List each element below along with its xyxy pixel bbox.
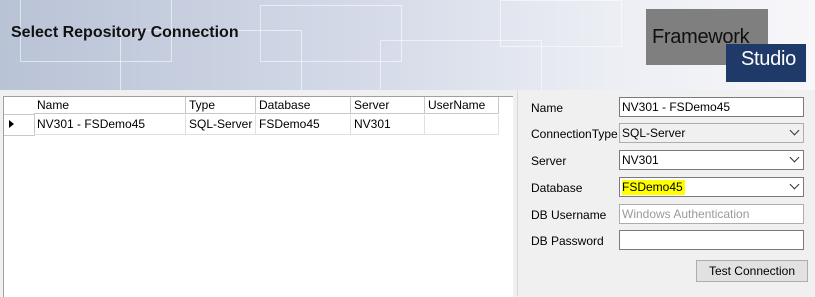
column-header-type[interactable]: Type — [186, 97, 256, 114]
banner-decoration — [500, 0, 622, 47]
header-banner: Select Repository Connection Framework S… — [0, 0, 815, 90]
logo-text-studio: Studio — [741, 48, 796, 70]
db-username-label: DB Username — [531, 208, 607, 222]
column-header-server[interactable]: Server — [351, 97, 425, 114]
database-label: Database — [531, 181, 583, 195]
table-row[interactable]: NV301 - FSDemo45 SQL-Server FSDemo45 NV3… — [4, 115, 513, 136]
cell-database[interactable]: FSDemo45 — [256, 115, 351, 135]
banner-decoration — [380, 40, 542, 90]
page-title: Select Repository Connection — [11, 24, 239, 41]
grid-header: Name Type Database Server UserName — [4, 97, 513, 117]
db-username-input[interactable]: Windows Authentication — [619, 204, 804, 224]
column-header-username[interactable]: UserName — [425, 97, 499, 114]
db-password-label: DB Password — [531, 234, 604, 248]
chevron-down-icon — [789, 125, 800, 136]
logo-text-framework: Framework — [652, 26, 750, 48]
row-header-corner — [4, 97, 35, 115]
column-header-database[interactable]: Database — [256, 97, 351, 114]
cell-server[interactable]: NV301 — [351, 115, 425, 135]
name-input[interactable]: NV301 - FSDemo45 — [619, 97, 804, 117]
name-label: Name — [531, 101, 564, 115]
server-value: NV301 — [622, 153, 659, 167]
db-password-input[interactable] — [619, 230, 804, 250]
cell-username[interactable] — [425, 115, 499, 135]
row-selector[interactable] — [4, 115, 35, 136]
server-select[interactable]: NV301 — [619, 150, 804, 170]
current-row-arrow-icon — [9, 120, 14, 128]
connection-type-label: ConnectionType — [531, 127, 618, 141]
connection-type-value: SQL-Server — [622, 126, 686, 140]
chevron-down-icon — [789, 152, 800, 163]
chevron-down-icon — [789, 179, 800, 190]
panel-divider[interactable] — [517, 91, 518, 296]
test-connection-button[interactable]: Test Connection — [696, 260, 808, 282]
connections-grid[interactable]: Name Type Database Server UserName NV301… — [3, 96, 513, 297]
database-select[interactable]: FSDemo45 — [619, 177, 804, 197]
server-label: Server — [531, 154, 567, 168]
connection-type-select[interactable]: SQL-Server — [619, 123, 804, 143]
column-header-name[interactable]: Name — [34, 97, 186, 114]
database-value: FSDemo45 — [622, 180, 685, 195]
cell-type[interactable]: SQL-Server — [186, 115, 256, 135]
cell-name[interactable]: NV301 - FSDemo45 — [34, 115, 186, 135]
